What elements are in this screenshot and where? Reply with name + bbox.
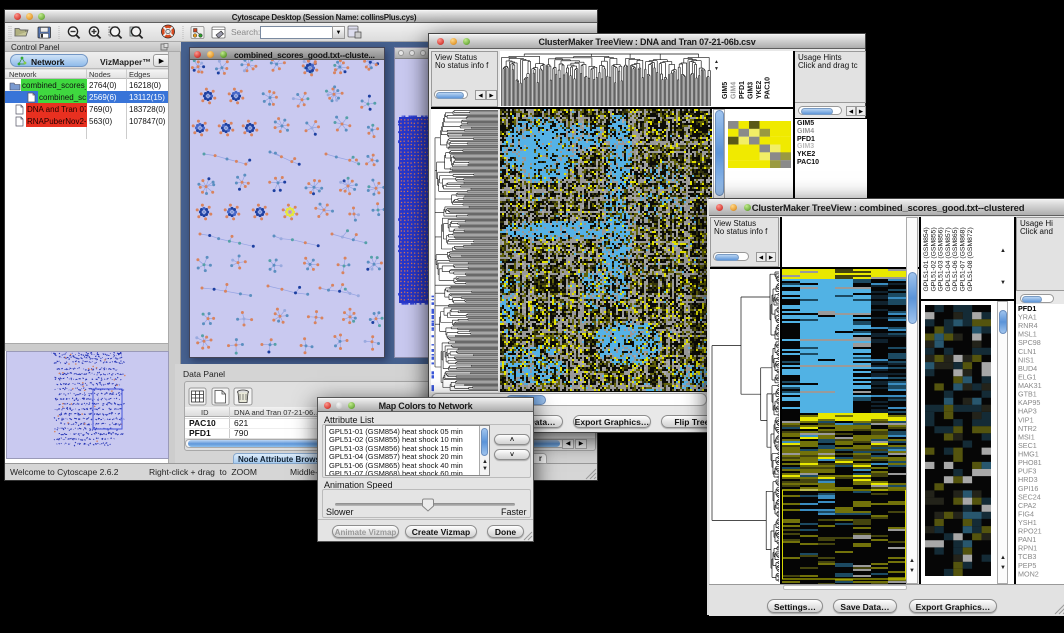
- svg-text:GPL51-01 (GSM854): GPL51-01 (GSM854): [923, 227, 930, 291]
- svg-text:MON2: MON2: [1018, 569, 1039, 578]
- svg-text:GPL51-06 (GSM865): GPL51-06 (GSM865): [952, 227, 959, 291]
- svg-text:GPL51-07 (GSM868): GPL51-07 (GSM868): [960, 227, 967, 291]
- svg-text:GIM5: GIM5: [722, 82, 729, 99]
- svg-text:PFD1: PFD1: [739, 81, 746, 99]
- svg-text:PAC10: PAC10: [765, 77, 772, 99]
- svg-text:GPL51-03 (GSM856): GPL51-03 (GSM856): [938, 227, 945, 291]
- svg-text:GIM3: GIM3: [748, 82, 755, 99]
- svg-text:YKE2: YKE2: [756, 81, 763, 99]
- svg-text:GPL51-08 (GSM872): GPL51-08 (GSM872): [967, 227, 974, 291]
- svg-text:GPL51-04 (GSM857): GPL51-04 (GSM857): [945, 227, 952, 291]
- svg-text:GPL51-02 (GSM855): GPL51-02 (GSM855): [930, 227, 937, 291]
- svg-text:GIM4: GIM4: [731, 82, 738, 99]
